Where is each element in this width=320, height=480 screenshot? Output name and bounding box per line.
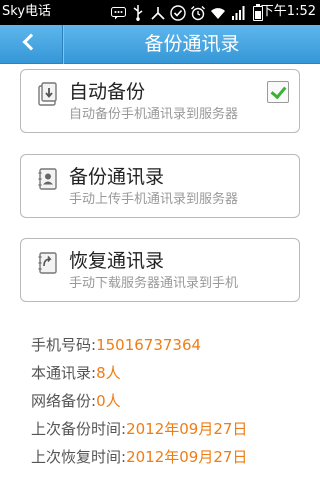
- usb-icon: [130, 5, 146, 21]
- auto-backup-option[interactable]: 自动备份 自动备份手机通讯录到服务器: [20, 69, 300, 133]
- option-title: 恢复通讯录: [69, 250, 165, 272]
- info-value: 0人: [96, 392, 121, 410]
- info-value: 2012年09月27日: [126, 448, 248, 466]
- page-title: 备份通讯录: [144, 33, 240, 55]
- option-subtitle: 自动备份手机通讯录到服务器: [69, 107, 239, 122]
- info-label: 上次备份时间:: [31, 420, 127, 438]
- carrier-label: Sky电话: [2, 4, 52, 19]
- option-subtitle: 手动下载服务器通讯录到手机: [69, 276, 239, 291]
- chevron-left-icon[interactable]: [22, 33, 40, 51]
- restore-contacts-option[interactable]: 恢复通讯录 手动下载服务器通讯录到手机: [20, 238, 300, 302]
- auto-backup-checkbox[interactable]: [267, 81, 289, 103]
- phone-number-row: 手机号码:15016737364: [31, 335, 201, 355]
- check-circle-icon: [170, 5, 186, 21]
- backup-doc-icon: [37, 82, 59, 106]
- status-icons: [110, 3, 266, 22]
- option-title: 自动备份: [69, 81, 146, 103]
- info-value: 2012年09月27日: [126, 420, 248, 438]
- contacts-book-icon: [37, 167, 59, 191]
- message-icon: [110, 5, 126, 21]
- info-label: 网络备份:: [31, 392, 97, 410]
- last-restore-row: 上次恢复时间:2012年09月27日: [31, 447, 247, 467]
- info-label: 上次恢复时间:: [31, 448, 127, 466]
- status-bar: Sky电话 下午1:52: [0, 0, 320, 25]
- signal-icon: [230, 5, 246, 21]
- local-contacts-row: 本通讯录:8人: [31, 363, 121, 383]
- content-area: 自动备份 自动备份手机通讯录到服务器 备份通讯录 手动上传手机通讯录到服务器 恢…: [0, 65, 320, 480]
- alarm-icon: [190, 5, 206, 21]
- network-backup-row: 网络备份:0人: [31, 391, 121, 411]
- option-subtitle: 手动上传手机通讯录到服务器: [69, 192, 239, 207]
- info-label: 手机号码:: [31, 336, 97, 354]
- restore-doc-icon: [37, 251, 59, 275]
- clock: 下午1:52: [260, 4, 316, 19]
- last-backup-row: 上次备份时间:2012年09月27日: [31, 419, 247, 439]
- info-label: 本通讯录:: [31, 364, 97, 382]
- wifi-icon: [210, 5, 226, 21]
- backup-contacts-option[interactable]: 备份通讯录 手动上传手机通讯录到服务器: [20, 154, 300, 218]
- share-icon: [150, 5, 166, 21]
- title-bar: 备份通讯录: [0, 25, 320, 64]
- info-value: 15016737364: [96, 336, 202, 354]
- info-value: 8人: [96, 364, 121, 382]
- option-title: 备份通讯录: [69, 166, 165, 188]
- back-button[interactable]: [0, 25, 64, 64]
